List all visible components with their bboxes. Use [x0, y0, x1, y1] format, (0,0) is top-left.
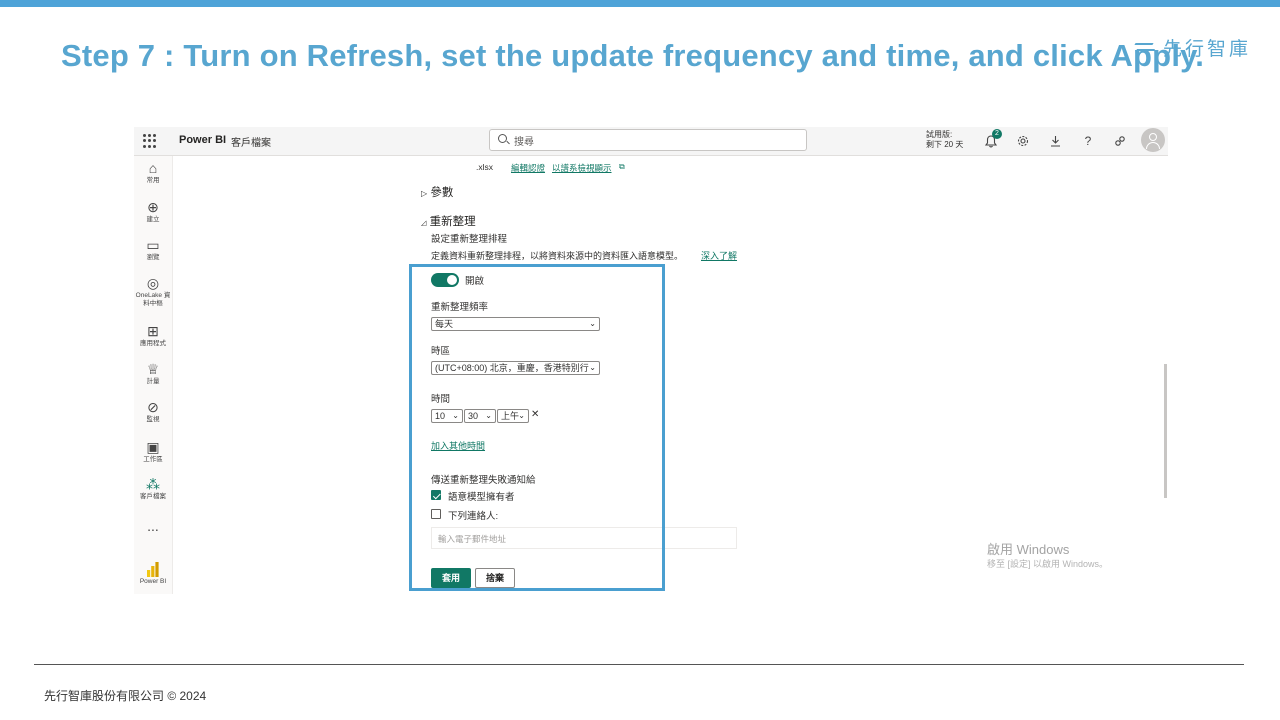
nav-label: 計量 [146, 378, 160, 385]
settings-content: .xlsx 編輯認證 以譜系檢視顯示 ⧉ ▷ 參數 ◿ 重新整理 設定重新整理排… [173, 156, 1168, 594]
brand-logo: 先行智庫 [1134, 34, 1252, 61]
more-icon: ... [147, 518, 159, 534]
settings-gear-icon[interactable] [1014, 132, 1032, 150]
nav-item-powerbi[interactable]: Power BI [134, 561, 172, 586]
brand-name: 先行智庫 [1163, 39, 1252, 60]
refresh-section-toggle[interactable]: ◿ 重新整理 [421, 213, 476, 229]
nav-item-customer-files[interactable]: ⁂ 客戶檔案 [134, 476, 172, 501]
highlight-box [409, 264, 665, 591]
app-launcher-icon[interactable] [143, 134, 157, 148]
nav-item-monitor[interactable]: ⊘ 監視 [134, 399, 172, 424]
vertical-scrollbar[interactable] [1164, 364, 1167, 498]
create-icon: ⊕ [147, 199, 159, 215]
schedule-title: 設定重新整理排程 [431, 234, 508, 245]
monitor-icon: ⊘ [147, 399, 159, 415]
share-feedback-icon[interactable] [1111, 132, 1129, 150]
slide-title: Step 7 : Turn on Refresh, set the update… [61, 38, 1205, 73]
app-header: Power BI 客戶檔案 搜尋 試用版: 剩下 20 天 2 ? [134, 127, 1168, 156]
workspace-name[interactable]: 客戶檔案 [231, 134, 271, 149]
help-icon[interactable]: ? [1079, 132, 1097, 150]
nav-item-home[interactable]: ⌂ 常用 [134, 160, 172, 185]
parameters-toggle[interactable]: ▷ 參數 [421, 184, 453, 200]
trial-status[interactable]: 試用版: 剩下 20 天 [926, 130, 963, 150]
nav-item-create[interactable]: ⊕ 建立 [134, 199, 172, 224]
windows-activation-hint: 移至 [設定] 以啟用 Windows。 [987, 559, 1109, 569]
download-icon[interactable] [1046, 132, 1064, 150]
parameters-label: 參數 [430, 187, 454, 199]
user-avatar[interactable] [1141, 128, 1165, 152]
nav-label: 監視 [146, 416, 160, 423]
nav-item-more[interactable]: ... [134, 518, 172, 534]
metrics-icon: ♕ [146, 361, 160, 377]
lineage-view-link[interactable]: 以譜系檢視顯示 [552, 162, 612, 174]
file-extension: .xlsx [476, 162, 493, 172]
nav-item-metrics[interactable]: ♕ 計量 [134, 361, 172, 386]
search-placeholder: 搜尋 [514, 137, 534, 148]
apps-icon: ⊞ [147, 323, 159, 339]
edit-credentials-link[interactable]: 編輯認證 [511, 162, 545, 174]
app-name[interactable]: Power BI [179, 134, 226, 146]
nav-label: 建立 [146, 216, 160, 223]
workspace-people-icon: ⁂ [146, 476, 160, 492]
nav-item-browse[interactable]: ▭ 瀏覽 [134, 237, 172, 262]
schedule-description: 定義資料重新整理排程，以將資料來源中的資料匯入語意模型。 [431, 251, 684, 261]
home-icon: ⌂ [148, 160, 158, 176]
nav-label: 工作區 [143, 456, 163, 463]
trial-line-1: 試用版: [926, 130, 953, 139]
slide-top-bar [0, 0, 1280, 7]
caret-down-icon: ◿ [421, 220, 427, 227]
caret-right-icon: ▷ [421, 189, 428, 198]
brand-mark-icon [1134, 41, 1156, 55]
footer-divider [34, 664, 1244, 665]
windows-activation-title: 啟用 Windows [987, 542, 1070, 557]
workspaces-icon: ▣ [146, 439, 160, 455]
trial-line-2: 剩下 20 天 [926, 140, 964, 149]
notification-count-badge: 2 [992, 129, 1002, 139]
search-icon [498, 134, 507, 143]
nav-label: Power BI [139, 578, 167, 585]
footer-copyright: 先行智庫股份有限公司 © 2024 [44, 689, 207, 703]
nav-item-workspaces[interactable]: ▣ 工作區 [134, 439, 172, 464]
learn-more-link[interactable]: 深入了解 [701, 249, 737, 262]
browse-icon: ▭ [146, 237, 160, 253]
powerbi-logo-icon [134, 561, 172, 577]
refresh-section-label: 重新整理 [429, 216, 476, 228]
nav-label: 應用程式 [140, 340, 166, 347]
onelake-icon: ◎ [146, 275, 160, 291]
notifications-icon[interactable]: 2 [982, 129, 1002, 150]
search-input[interactable]: 搜尋 [489, 129, 807, 151]
nav-item-apps[interactable]: ⊞ 應用程式 [134, 323, 172, 348]
left-nav: ⌂ 常用 ⊕ 建立 ▭ 瀏覽 ◎ OneLake 資料中樞 ⊞ 應用程式 ♕ 計… [134, 156, 173, 594]
nav-label: 瀏覽 [146, 254, 160, 261]
nav-label: OneLake 資料中樞 [135, 292, 171, 307]
nav-label: 客戶檔案 [140, 493, 166, 500]
nav-item-onelake[interactable]: ◎ OneLake 資料中樞 [134, 275, 172, 308]
nav-label: 常用 [146, 177, 160, 184]
external-link-icon[interactable]: ⧉ [619, 162, 625, 172]
